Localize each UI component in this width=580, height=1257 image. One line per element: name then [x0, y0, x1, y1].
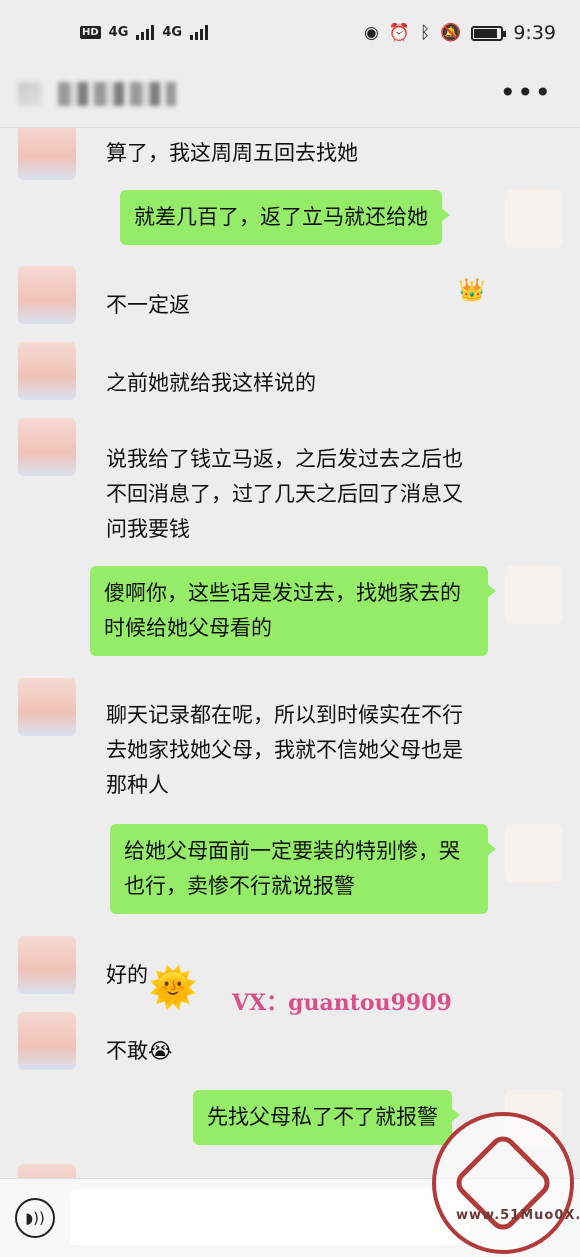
message-bubble: 不一定返: [106, 293, 190, 317]
signal-icon: [136, 24, 155, 40]
battery-icon: [471, 25, 507, 41]
voice-icon[interactable]: ◗)): [15, 1198, 55, 1238]
contact-avatar[interactable]: [18, 678, 76, 736]
seal-watermark: www.51Muo0X.cn: [432, 1112, 580, 1254]
message-bubble: 不敢😭: [106, 1039, 173, 1063]
signal-icon-2: [190, 24, 209, 40]
contact-avatar[interactable]: [18, 418, 76, 476]
contact-avatar[interactable]: [18, 266, 76, 324]
my-avatar[interactable]: [505, 824, 563, 882]
status-time: 9:39: [513, 22, 556, 44]
message-bubble: 聊天记录都在呢，所以到时候实在不行去她家找她父母，我就不信她父母也是那种人: [106, 703, 463, 797]
contact-avatar[interactable]: [18, 342, 76, 400]
message-bubble: 之前她就给我这样说的: [106, 371, 316, 395]
back-button[interactable]: [18, 82, 42, 106]
network-label-2: 4G: [162, 24, 183, 40]
network-label-1: 4G: [108, 24, 129, 40]
message-bubble: 就差几百了，返了立马就还给她: [120, 190, 450, 245]
status-right: ◉ ⏰ ᛒ 🔕 9:39: [364, 22, 556, 44]
message-input[interactable]: [70, 1189, 470, 1245]
contact-avatar[interactable]: [18, 128, 76, 180]
message-bubble: 说我给了钱立马返，之后发过去之后也不回消息了，过了几天之后回了消息又问我要钱: [106, 447, 463, 541]
bluetooth-icon: ᛒ: [419, 23, 431, 43]
mute-icon: 🔕: [440, 23, 462, 43]
message-bubble: 先找父母私了不了就报警: [193, 1090, 460, 1145]
message-bubble: 算了，我这周周五回去找她: [106, 141, 358, 165]
status-bar: HD 4G 4G ◉ ⏰ ᛒ 🔕 9:39: [0, 0, 580, 72]
more-icon[interactable]: •••: [499, 76, 552, 109]
sun-sticker: 🌞: [148, 965, 198, 1011]
my-avatar[interactable]: [505, 190, 563, 248]
contact-avatar[interactable]: [18, 1012, 76, 1070]
battery-fill: [474, 28, 497, 38]
chat-list[interactable]: 算了，我这周周五回去找她 就差几百了，返了立马就还给她 不一定返 👑 之前她就给…: [0, 128, 580, 1178]
contact-avatar[interactable]: [18, 936, 76, 994]
chat-title: [58, 82, 176, 106]
status-left: HD 4G 4G: [80, 24, 209, 40]
watermark-text: VX：guantou9909: [232, 990, 452, 1016]
message-bubble: 给她父母面前一定要装的特别惨，哭也行，卖惨不行就说报警: [110, 824, 496, 914]
message-bubble: 傻啊你，这些话是发过去，找她家去的时候给她父母看的: [90, 566, 496, 656]
eye-icon: ◉: [363, 23, 379, 43]
chat-title-bar: •••: [0, 72, 580, 128]
hd-badge: HD: [80, 25, 101, 39]
contact-avatar[interactable]: [18, 1164, 76, 1178]
seal-text: www.51Muo0X.cn: [456, 1208, 580, 1223]
crown-sticker: 👑: [458, 278, 486, 303]
alarm-icon: ⏰: [388, 23, 410, 43]
my-avatar[interactable]: [505, 566, 563, 624]
